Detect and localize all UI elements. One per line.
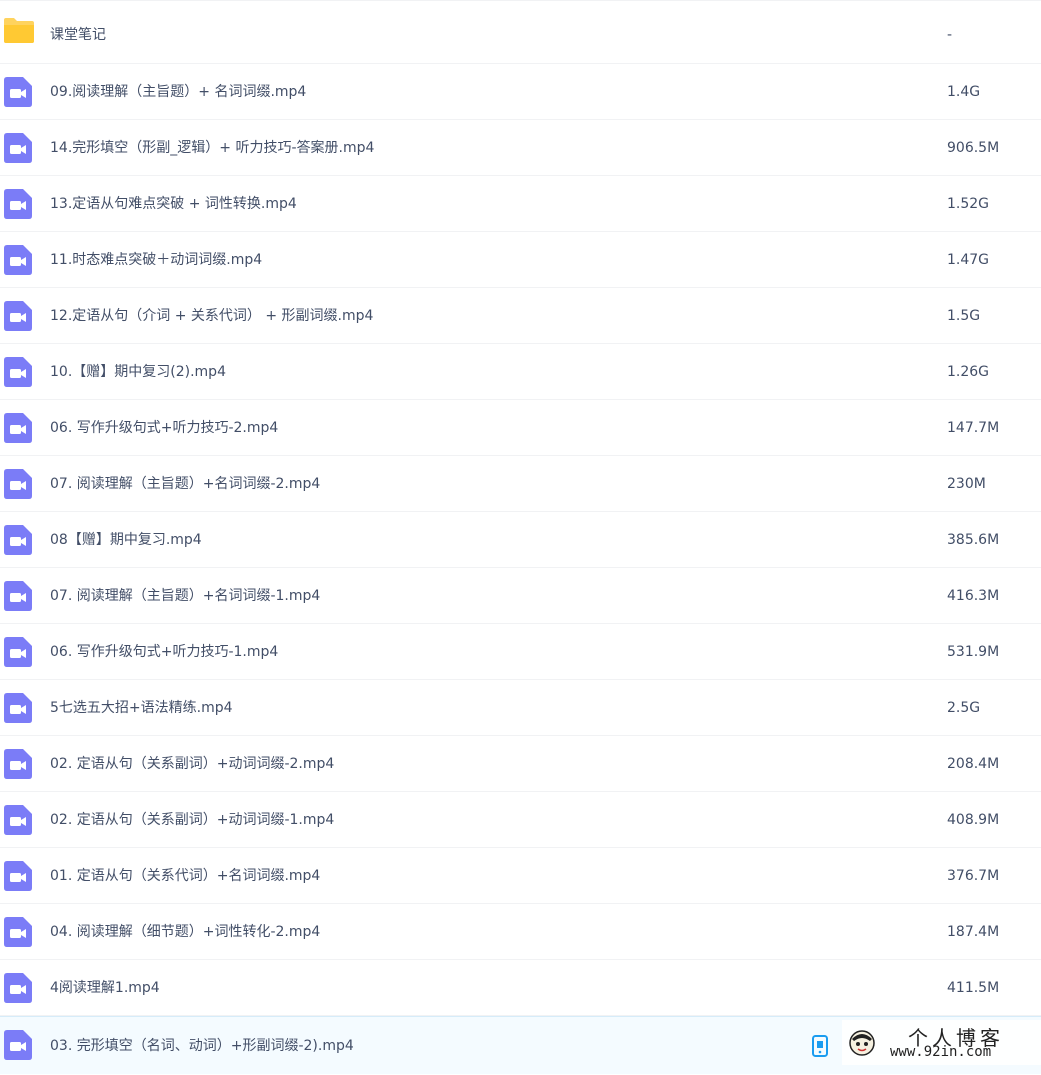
video-file-icon [4, 861, 32, 891]
video-file-icon [4, 805, 32, 835]
file-size: 531.9M [947, 644, 1000, 660]
file-name[interactable]: 12.定语从句（介词 + 关系代词） + 形副词缀.mp4 [50, 288, 373, 344]
file-name[interactable]: 02. 定语从句（关系副词）+动词词缀-2.mp4 [50, 736, 334, 792]
file-size: 385.6M [947, 532, 1000, 548]
video-file-icon [4, 189, 32, 219]
file-name[interactable]: 5七选五大招+语法精练.mp4 [50, 680, 233, 736]
file-row[interactable]: 02. 定语从句（关系副词）+动词词缀-1.mp4 408.9M [0, 792, 1041, 848]
file-size: 2.5G [947, 700, 981, 716]
file-row[interactable]: 11.时态难点突破＋动词词缀.mp4 1.47G [0, 232, 1041, 288]
watermark: 个人博客 www.92in.com [842, 1020, 1041, 1065]
video-file-icon [4, 973, 32, 1003]
file-name[interactable]: 08【赠】期中复习.mp4 [50, 512, 202, 568]
file-row[interactable]: 14.完形填空（形副_逻辑）+ 听力技巧-答案册.mp4 906.5M [0, 120, 1041, 176]
file-name[interactable]: 4阅读理解1.mp4 [50, 960, 160, 1016]
file-name[interactable]: 07. 阅读理解（主旨题）+名词词缀-1.mp4 [50, 568, 320, 624]
avatar-icon [849, 1030, 875, 1056]
file-row[interactable]: 4阅读理解1.mp4 411.5M [0, 960, 1041, 1016]
file-size: 208.4M [947, 756, 1000, 772]
video-file-icon [4, 749, 32, 779]
video-file-icon [4, 357, 32, 387]
video-file-icon [4, 693, 32, 723]
file-row[interactable]: 08【赠】期中复习.mp4 385.6M [0, 512, 1041, 568]
file-name[interactable]: 14.完形填空（形副_逻辑）+ 听力技巧-答案册.mp4 [50, 120, 374, 176]
file-name[interactable]: 09.阅读理解（主旨题）+ 名词词缀.mp4 [50, 64, 306, 120]
file-size: 1.52G [947, 196, 990, 212]
file-size: 906.5M [947, 140, 1000, 156]
file-name[interactable]: 11.时态难点突破＋动词词缀.mp4 [50, 232, 262, 288]
file-row[interactable]: 04. 阅读理解（细节题）+词性转化-2.mp4 187.4M [0, 904, 1041, 960]
folder-icon [4, 18, 34, 43]
file-row[interactable]: 课堂笔记 - [0, 0, 1041, 64]
file-size: 376.7M [947, 868, 1000, 884]
file-size: - [947, 27, 953, 43]
file-name[interactable]: 02. 定语从句（关系副词）+动词词缀-1.mp4 [50, 792, 334, 848]
file-size: 187.4M [947, 924, 1000, 940]
file-name[interactable]: 10.【赠】期中复习(2).mp4 [50, 344, 226, 400]
video-file-icon [4, 1030, 32, 1060]
file-row[interactable]: 07. 阅读理解（主旨题）+名词词缀-1.mp4 416.3M [0, 568, 1041, 624]
file-row[interactable]: 5七选五大招+语法精练.mp4 2.5G [0, 680, 1041, 736]
file-row[interactable]: 06. 写作升级句式+听力技巧-1.mp4 531.9M [0, 624, 1041, 680]
file-name[interactable]: 课堂笔记 [50, 7, 106, 63]
file-size: 1.47G [947, 252, 990, 268]
video-file-icon [4, 301, 32, 331]
file-row[interactable]: 06. 写作升级句式+听力技巧-2.mp4 147.7M [0, 400, 1041, 456]
file-row[interactable]: 10.【赠】期中复习(2).mp4 1.26G [0, 344, 1041, 400]
video-file-icon [4, 77, 32, 107]
watermark-url: www.92in.com [890, 1044, 992, 1060]
video-file-icon [4, 637, 32, 667]
video-file-icon [4, 413, 32, 443]
video-file-icon [4, 469, 32, 499]
video-file-icon [4, 245, 32, 275]
file-size: 411.5M [947, 980, 1000, 996]
file-size: 1.5G [947, 308, 981, 324]
file-row[interactable]: 12.定语从句（介词 + 关系代词） + 形副词缀.mp4 1.5G [0, 288, 1041, 344]
file-row[interactable]: 01. 定语从句（关系代词）+名词词缀.mp4 376.7M [0, 848, 1041, 904]
file-size: 416.3M [947, 588, 1000, 604]
file-row[interactable]: 13.定语从句难点突破 + 词性转换.mp4 1.52G [0, 176, 1041, 232]
file-list: 课堂笔记 - 09.阅读理解（主旨题）+ 名词词缀.mp4 1.4G 14.完形… [0, 0, 1041, 1074]
file-size: 408.9M [947, 812, 1000, 828]
video-file-icon [4, 917, 32, 947]
file-size: 1.26G [947, 364, 990, 380]
video-file-icon [4, 133, 32, 163]
file-name[interactable]: 03. 完形填空（名词、动词）+形副词缀-2).mp4 [50, 1017, 354, 1075]
video-file-icon [4, 525, 32, 555]
file-name[interactable]: 06. 写作升级句式+听力技巧-2.mp4 [50, 400, 278, 456]
file-name[interactable]: 13.定语从句难点突破 + 词性转换.mp4 [50, 176, 297, 232]
file-size: 230M [947, 476, 986, 492]
file-name[interactable]: 07. 阅读理解（主旨题）+名词词缀-2.mp4 [50, 456, 320, 512]
phone-icon[interactable] [811, 1035, 829, 1057]
file-row[interactable]: 07. 阅读理解（主旨题）+名词词缀-2.mp4 230M [0, 456, 1041, 512]
file-name[interactable]: 01. 定语从句（关系代词）+名词词缀.mp4 [50, 848, 320, 904]
file-name[interactable]: 06. 写作升级句式+听力技巧-1.mp4 [50, 624, 278, 680]
file-size: 1.4G [947, 84, 981, 100]
file-size: 147.7M [947, 420, 1000, 436]
video-file-icon [4, 581, 32, 611]
file-row[interactable]: 09.阅读理解（主旨题）+ 名词词缀.mp4 1.4G [0, 64, 1041, 120]
file-name[interactable]: 04. 阅读理解（细节题）+词性转化-2.mp4 [50, 904, 320, 960]
file-row[interactable]: 02. 定语从句（关系副词）+动词词缀-2.mp4 208.4M [0, 736, 1041, 792]
